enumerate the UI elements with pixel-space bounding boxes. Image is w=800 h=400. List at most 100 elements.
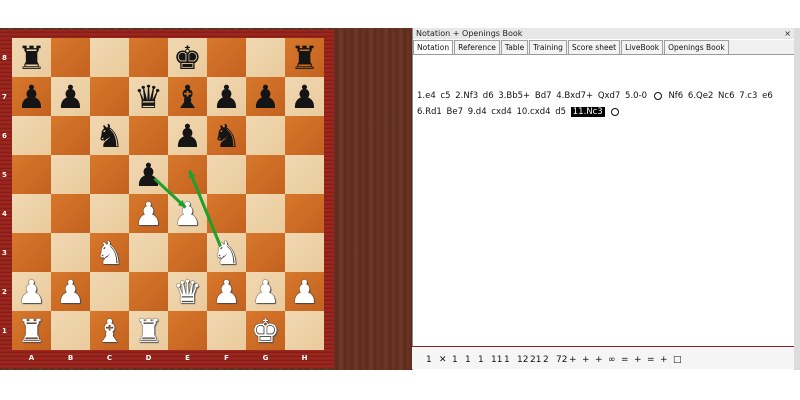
annotation-button[interactable]: 1 [426,355,432,365]
square-a7[interactable]: ♟ [12,77,51,116]
tab-livebook[interactable]: LiveBook [621,40,664,54]
square-c4[interactable] [90,194,129,233]
annotation-button[interactable]: 21 [530,355,541,365]
square-d2[interactable] [129,272,168,311]
square-f1[interactable] [207,311,246,350]
white-knight-icon[interactable]: ♞ [212,237,241,269]
white-pawn-icon[interactable]: ♟ [134,198,163,230]
square-b2[interactable]: ♟ [51,272,90,311]
square-b8[interactable] [51,38,90,77]
annotation-button[interactable]: 1 [452,355,458,365]
square-a1[interactable]: ♜ [12,311,51,350]
black-pawn-icon[interactable]: ♟ [173,120,202,152]
annotation-button[interactable]: + [582,355,590,365]
square-f5[interactable] [207,155,246,194]
square-a8[interactable]: ♜ [12,38,51,77]
annotation-button[interactable]: 2 [543,355,549,365]
current-move[interactable]: 11.Nc3 [570,107,605,117]
annotation-button[interactable]: ∞ [608,355,616,365]
square-e6[interactable]: ♟ [168,116,207,155]
square-b3[interactable] [51,233,90,272]
tab-score-sheet[interactable]: Score sheet [567,40,621,54]
square-a4[interactable] [12,194,51,233]
square-e4[interactable]: ♟ [168,194,207,233]
square-h1[interactable] [285,311,324,350]
square-a3[interactable] [12,233,51,272]
square-h8[interactable]: ♜ [285,38,324,77]
square-c5[interactable] [90,155,129,194]
square-g8[interactable] [246,38,285,77]
square-c3[interactable]: ♞ [90,233,129,272]
tab-training[interactable]: Training [529,40,567,54]
white-pawn-icon[interactable]: ♟ [17,276,46,308]
square-c6[interactable]: ♞ [90,116,129,155]
white-pawn-icon[interactable]: ♟ [212,276,241,308]
square-b6[interactable] [51,116,90,155]
black-pawn-icon[interactable]: ♟ [251,81,280,113]
square-g6[interactable] [246,116,285,155]
square-b5[interactable] [51,155,90,194]
square-f3[interactable]: ♞ [207,233,246,272]
white-rook-icon[interactable]: ♜ [134,315,163,347]
square-f7[interactable]: ♟ [207,77,246,116]
white-pawn-icon[interactable]: ♟ [290,276,319,308]
white-knight-icon[interactable]: ♞ [95,237,124,269]
tab-notation[interactable]: Notation [413,40,454,54]
square-b4[interactable] [51,194,90,233]
square-d1[interactable]: ♜ [129,311,168,350]
black-pawn-icon[interactable]: ♟ [212,81,241,113]
square-c1[interactable]: ♝ [90,311,129,350]
white-bishop-icon[interactable]: ♝ [95,315,124,347]
white-rook-icon[interactable]: ♜ [17,315,46,347]
square-h3[interactable] [285,233,324,272]
annotation-button[interactable]: □ [673,355,682,365]
annotation-button[interactable]: ✕ [439,355,447,365]
square-d5[interactable]: ♟ [129,155,168,194]
annotation-button[interactable]: 12 [517,355,528,365]
annotation-button[interactable]: + [660,355,668,365]
black-pawn-icon[interactable]: ♟ [56,81,85,113]
square-h2[interactable]: ♟ [285,272,324,311]
black-rook-icon[interactable]: ♜ [290,42,319,74]
square-e1[interactable] [168,311,207,350]
square-d7[interactable]: ♛ [129,77,168,116]
black-pawn-icon[interactable]: ♟ [290,81,319,113]
close-icon[interactable]: × [784,28,791,39]
black-rook-icon[interactable]: ♜ [17,42,46,74]
annotation-button[interactable]: 72 [556,355,567,365]
scrollbar[interactable] [794,28,800,370]
chess-board[interactable]: ♜ ♚ ♜ ♟ ♟ ♛ ♝ ♟ ♟ ♟ ♞ ♟ ♞ ♟ ♟ ♟ ♞ ♞ ♟ ♟ ♛ ♟ ♟ ♟ ♜ ♝ ♜ ♚ [12,38,324,350]
square-c8[interactable] [90,38,129,77]
square-f2[interactable]: ♟ [207,272,246,311]
square-a5[interactable] [12,155,51,194]
black-knight-icon[interactable]: ♞ [95,120,124,152]
square-g5[interactable] [246,155,285,194]
square-h6[interactable] [285,116,324,155]
annotation-button[interactable]: 1 [478,355,484,365]
square-e2[interactable]: ♛ [168,272,207,311]
black-knight-icon[interactable]: ♞ [212,120,241,152]
square-e8[interactable]: ♚ [168,38,207,77]
annotation-button[interactable]: + [595,355,603,365]
square-e5[interactable] [168,155,207,194]
square-h4[interactable] [285,194,324,233]
white-pawn-icon[interactable]: ♟ [173,198,202,230]
square-d3[interactable] [129,233,168,272]
square-f4[interactable] [207,194,246,233]
white-king-icon[interactable]: ♚ [251,315,280,347]
square-g1[interactable]: ♚ [246,311,285,350]
square-a2[interactable]: ♟ [12,272,51,311]
square-a6[interactable] [12,116,51,155]
white-queen-icon[interactable]: ♛ [173,276,202,308]
black-pawn-icon[interactable]: ♟ [17,81,46,113]
annotation-button[interactable]: + [634,355,642,365]
square-g3[interactable] [246,233,285,272]
annotation-button[interactable]: = [621,355,629,365]
black-queen-icon[interactable]: ♛ [134,81,163,113]
tab-table[interactable]: Table [500,40,529,54]
square-f8[interactable] [207,38,246,77]
notation-text[interactable]: 1.e4 c5 2.Nf3 d6 3.Bb5+ Bd7 4.Bxd7+ Qxd7… [417,88,787,120]
square-b1[interactable] [51,311,90,350]
black-pawn-icon[interactable]: ♟ [134,159,163,191]
square-d4[interactable]: ♟ [129,194,168,233]
